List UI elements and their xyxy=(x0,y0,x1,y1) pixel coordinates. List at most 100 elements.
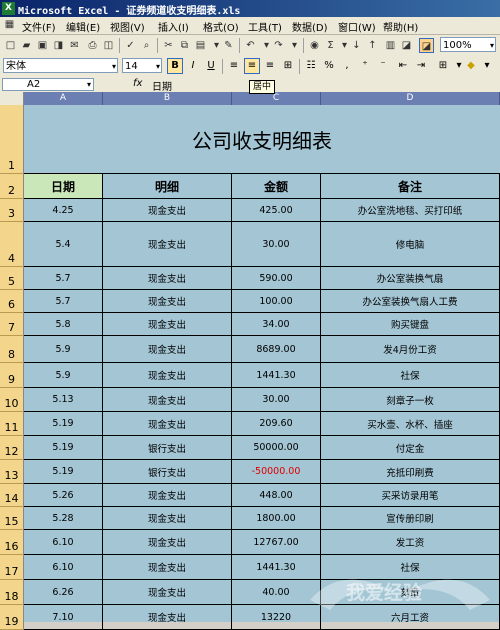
menu-tools[interactable]: 工具(T) xyxy=(248,19,282,34)
table-cell[interactable]: 13220 xyxy=(232,605,321,630)
table-cell[interactable]: 购买键盘 xyxy=(321,313,500,336)
table-cell[interactable]: 现金支出 xyxy=(103,267,232,290)
table-cell[interactable]: 6.26 xyxy=(24,580,103,605)
row-header[interactable]: 1 xyxy=(0,105,24,174)
email-icon[interactable]: ✉ xyxy=(67,38,82,53)
chevron-down-icon[interactable]: ▾ xyxy=(87,79,91,90)
table-cell[interactable]: 100.00 xyxy=(232,290,321,313)
header-cell-detail[interactable]: 明细 xyxy=(103,174,232,199)
column-header-d[interactable]: D xyxy=(321,92,500,105)
column-header-b[interactable]: B xyxy=(103,92,232,105)
research-icon[interactable]: ⌕ xyxy=(139,38,154,53)
table-cell[interactable]: 社保 xyxy=(321,555,500,580)
open-icon[interactable]: ▰ xyxy=(19,38,34,53)
menu-view[interactable]: 视图(V) xyxy=(110,19,145,34)
percent-button[interactable]: % xyxy=(321,58,337,74)
menu-format[interactable]: 格式(O) xyxy=(203,19,239,34)
table-cell[interactable]: 30.00 xyxy=(232,388,321,412)
row-header[interactable]: 10 xyxy=(0,388,24,412)
table-cell[interactable]: 现金支出 xyxy=(103,388,232,412)
row-header[interactable]: 13 xyxy=(0,460,24,484)
table-cell[interactable]: 590.00 xyxy=(232,267,321,290)
redo-icon[interactable]: ↷ xyxy=(271,38,286,53)
table-cell[interactable]: 5.26 xyxy=(24,484,103,507)
autosum-icon[interactable]: Σ xyxy=(323,38,338,53)
table-cell[interactable]: 刻章子一枚 xyxy=(321,388,500,412)
table-cell[interactable]: 5.19 xyxy=(24,460,103,484)
excel-icon[interactable]: X xyxy=(2,2,15,15)
table-cell[interactable]: 12767.00 xyxy=(232,530,321,555)
table-cell[interactable]: 现金支出 xyxy=(103,412,232,436)
table-cell[interactable]: 5.19 xyxy=(24,412,103,436)
bold-button[interactable]: B xyxy=(167,58,183,74)
table-cell[interactable]: 现金支出 xyxy=(103,605,232,630)
table-cell[interactable]: 现金支出 xyxy=(103,290,232,313)
undo-icon[interactable]: ↶ xyxy=(243,38,258,53)
table-cell[interactable]: 办公室洗地毯、买打印纸 xyxy=(321,199,500,222)
row-header[interactable]: 14 xyxy=(0,484,24,507)
menu-edit[interactable]: 编辑(E) xyxy=(66,19,100,34)
table-cell[interactable]: 5.19 xyxy=(24,436,103,460)
row-header[interactable]: 6 xyxy=(0,290,24,313)
paste-icon[interactable]: ▤ xyxy=(193,38,208,53)
select-all-corner[interactable] xyxy=(0,92,24,105)
row-header[interactable]: 17 xyxy=(0,555,24,580)
menu-insert[interactable]: 插入(I) xyxy=(158,19,189,34)
sheet-icon[interactable]: ▦ xyxy=(2,17,17,32)
table-cell[interactable]: 发工资 xyxy=(321,530,500,555)
table-cell[interactable]: 6.10 xyxy=(24,530,103,555)
table-cell[interactable]: 209.60 xyxy=(232,412,321,436)
row-header[interactable]: 7 xyxy=(0,313,24,336)
hyperlink-icon[interactable]: ◉ xyxy=(307,38,322,53)
table-cell[interactable]: -50000.00 xyxy=(232,460,321,484)
table-cell[interactable]: 现金支出 xyxy=(103,199,232,222)
save-icon[interactable]: ▣ xyxy=(35,38,50,53)
comma-style-icon[interactable]: , xyxy=(339,58,355,74)
align-right-icon[interactable]: ≡ xyxy=(262,58,278,74)
formula-input[interactable]: 日期 xyxy=(152,78,172,93)
row-header[interactable]: 19 xyxy=(0,605,24,630)
table-cell[interactable]: 修电脑 xyxy=(321,222,500,267)
borders-icon[interactable]: ⊞ xyxy=(435,58,451,74)
table-cell[interactable]: 5.9 xyxy=(24,363,103,388)
zoom-select[interactable]: 100% ▾ xyxy=(440,37,496,52)
column-header-c[interactable]: C xyxy=(232,92,321,105)
column-header-a[interactable]: A xyxy=(24,92,103,105)
table-cell[interactable]: 5.9 xyxy=(24,336,103,363)
menu-file[interactable]: 文件(F) xyxy=(22,19,56,34)
sort-descending-icon[interactable]: ↑ xyxy=(365,38,380,53)
spelling-icon[interactable]: ✓ xyxy=(123,38,138,53)
decrease-decimal-icon[interactable]: ⁻ xyxy=(375,58,391,74)
table-cell[interactable]: 现金支出 xyxy=(103,363,232,388)
table-cell[interactable]: 六月工资 xyxy=(321,605,500,630)
table-cell[interactable]: 刻章 xyxy=(321,580,500,605)
chevron-down-icon[interactable]: ▾ xyxy=(156,59,160,74)
fill-color-icon[interactable]: ◆ xyxy=(463,58,479,74)
print-icon[interactable]: ⎙ xyxy=(85,38,100,53)
table-cell[interactable]: 现金支出 xyxy=(103,530,232,555)
row-header[interactable]: 3 xyxy=(0,199,24,222)
table-cell[interactable]: 34.00 xyxy=(232,313,321,336)
table-cell[interactable]: 1441.30 xyxy=(232,555,321,580)
increase-decimal-icon[interactable]: ⁺ xyxy=(357,58,373,74)
table-cell[interactable]: 4.25 xyxy=(24,199,103,222)
table-cell[interactable]: 办公室装换气扇人工费 xyxy=(321,290,500,313)
menu-data[interactable]: 数据(D) xyxy=(292,19,328,34)
table-cell[interactable]: 5.7 xyxy=(24,290,103,313)
table-cell[interactable]: 425.00 xyxy=(232,199,321,222)
table-cell[interactable]: 现金支出 xyxy=(103,313,232,336)
sheet-title-cell[interactable]: 公司收支明细表 xyxy=(24,105,500,174)
header-cell-amount[interactable]: 金额 xyxy=(232,174,321,199)
table-cell[interactable]: 40.00 xyxy=(232,580,321,605)
table-cell[interactable]: 1800.00 xyxy=(232,507,321,530)
row-header[interactable]: 4 xyxy=(0,222,24,267)
menu-window[interactable]: 窗口(W) xyxy=(338,19,376,34)
table-cell[interactable]: 5.7 xyxy=(24,267,103,290)
merge-center-icon[interactable]: ⊞ xyxy=(280,58,296,74)
table-cell[interactable]: 发4月份工资 xyxy=(321,336,500,363)
table-cell[interactable]: 现金支出 xyxy=(103,580,232,605)
table-cell[interactable]: 现金支出 xyxy=(103,507,232,530)
permission-icon[interactable]: ◨ xyxy=(51,38,66,53)
table-cell[interactable]: 5.28 xyxy=(24,507,103,530)
row-header[interactable]: 12 xyxy=(0,436,24,460)
